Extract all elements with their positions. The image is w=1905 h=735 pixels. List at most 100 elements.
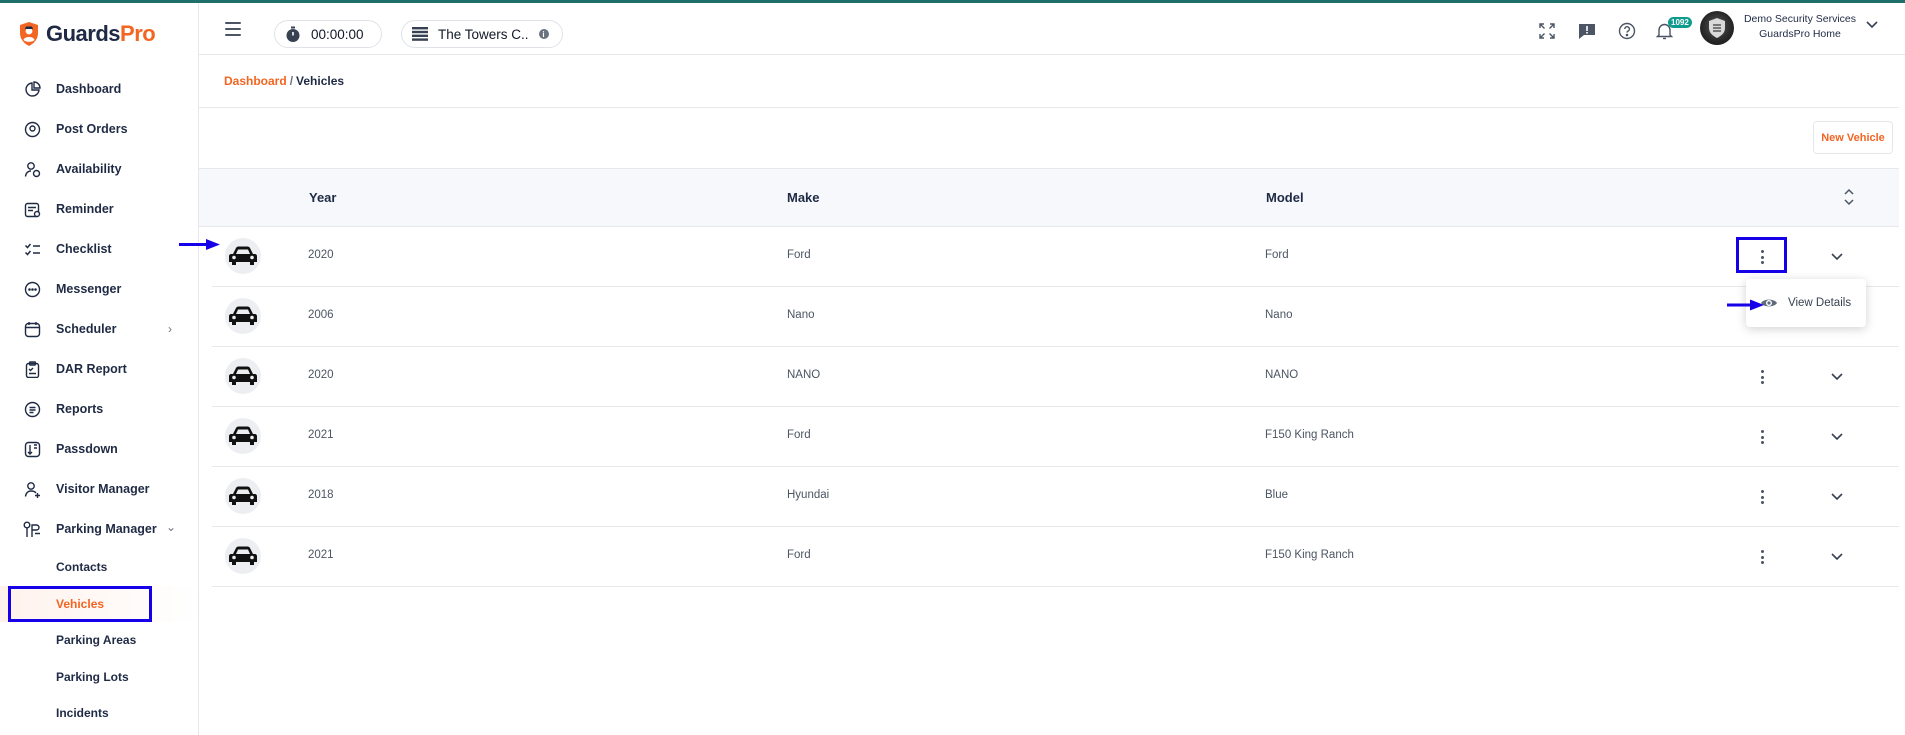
expand-row-chevron-icon[interactable] bbox=[1830, 545, 1844, 567]
user-avatar[interactable] bbox=[1700, 11, 1734, 45]
car-icon bbox=[225, 538, 261, 574]
menu-pointer-arrow-icon bbox=[1727, 299, 1764, 311]
row-actions-kebab[interactable] bbox=[1752, 546, 1772, 568]
brand-accent: Pro bbox=[120, 21, 156, 46]
top-bar: 00:00:00 The Towers C.. i 1092 Demo Secu… bbox=[199, 3, 1905, 55]
sidebar-item-messenger[interactable]: Messenger bbox=[0, 269, 198, 309]
table-row[interactable]: 2020 NANO NANO bbox=[212, 347, 1899, 407]
sidebar-sub-incidents[interactable]: Incidents bbox=[0, 695, 198, 732]
chevron-right-icon: › bbox=[168, 322, 172, 336]
cell-make: Ford bbox=[787, 249, 811, 261]
chevron-down-icon[interactable] bbox=[1865, 20, 1879, 30]
sidebar-item-dashboard[interactable]: Dashboard bbox=[0, 69, 198, 109]
cell-model: NANO bbox=[1265, 369, 1299, 381]
feedback-icon[interactable] bbox=[1577, 21, 1597, 41]
table-header: Year Make Model bbox=[199, 168, 1899, 227]
calendar-reminder-icon bbox=[22, 199, 42, 219]
cell-year: 2006 bbox=[308, 309, 334, 321]
site-name: The Towers C.. bbox=[438, 26, 529, 42]
table-row[interactable]: 2021 Ford F150 King Ranch bbox=[212, 407, 1899, 467]
notification-bell-icon[interactable]: 1092 bbox=[1654, 17, 1692, 41]
sidebar-item-reminder[interactable]: Reminder bbox=[0, 189, 198, 229]
cell-model: F150 King Ranch bbox=[1265, 429, 1354, 441]
table-row[interactable]: 2021 Ford F150 King Ranch bbox=[212, 527, 1899, 587]
cell-make: Hyundai bbox=[787, 489, 830, 501]
site-selector[interactable]: The Towers C.. i bbox=[401, 20, 563, 48]
checklist-icon bbox=[22, 239, 42, 259]
expand-row-chevron-icon[interactable] bbox=[1830, 425, 1844, 447]
sidebar-sub-parking-lots[interactable]: Parking Lots bbox=[0, 659, 198, 696]
sidebar-sub-parking-areas[interactable]: Parking Areas bbox=[0, 622, 198, 659]
sidebar-item-label: Visitor Manager bbox=[56, 482, 150, 496]
sidebar-item-label: Reports bbox=[56, 402, 104, 416]
cell-year: 2021 bbox=[308, 549, 334, 561]
row-actions-kebab[interactable] bbox=[1752, 426, 1772, 448]
cell-year: 2018 bbox=[308, 489, 334, 501]
new-vehicle-button[interactable]: New Vehicle bbox=[1813, 121, 1893, 154]
cell-make: NANO bbox=[787, 369, 821, 381]
parking-icon bbox=[22, 519, 42, 539]
table-row[interactable]: 2006 Nano Nano bbox=[212, 287, 1899, 347]
table-row[interactable]: 2018 Hyundai Blue bbox=[212, 467, 1899, 527]
vehicles-highlight-box bbox=[8, 586, 152, 622]
sidebar-item-visitor-manager[interactable]: Visitor Manager bbox=[0, 469, 198, 509]
breadcrumb-separator: / bbox=[289, 74, 294, 88]
brand-main: Guards bbox=[46, 21, 121, 46]
breadcrumb-dashboard-link[interactable]: Dashboard bbox=[224, 74, 287, 88]
row-actions-kebab[interactable] bbox=[1752, 366, 1772, 388]
sidebar-sub-contacts[interactable]: Contacts bbox=[0, 549, 198, 586]
guardspro-logo[interactable]: GuardsPro bbox=[18, 21, 156, 47]
location-pin-icon bbox=[22, 119, 42, 139]
breadcrumb: Dashboard / Vehicles bbox=[224, 74, 344, 88]
sidebar-item-post-orders[interactable]: Post Orders bbox=[0, 109, 198, 149]
expand-row-chevron-icon[interactable] bbox=[1830, 245, 1844, 267]
expand-row-chevron-icon[interactable] bbox=[1830, 365, 1844, 387]
visitor-icon bbox=[22, 479, 42, 499]
sidebar-item-label: Scheduler bbox=[56, 322, 117, 336]
sidebar-item-scheduler[interactable]: Scheduler › bbox=[0, 309, 198, 349]
user-clock-icon bbox=[22, 159, 42, 179]
column-header-make[interactable]: Make bbox=[787, 190, 820, 205]
sidebar-item-checklist[interactable]: Checklist bbox=[0, 229, 198, 269]
shift-timer[interactable]: 00:00:00 bbox=[274, 20, 382, 48]
sidebar-item-label: Passdown bbox=[56, 442, 118, 456]
hamburger-menu-icon[interactable] bbox=[225, 22, 241, 40]
column-header-model[interactable]: Model bbox=[1266, 190, 1304, 205]
row-actions-kebab[interactable] bbox=[1752, 486, 1772, 508]
column-header-year[interactable]: Year bbox=[309, 190, 336, 205]
fullscreen-icon[interactable] bbox=[1537, 21, 1557, 41]
car-icon bbox=[225, 358, 261, 394]
chat-bubble-icon bbox=[22, 279, 42, 299]
company-logo-icon bbox=[1709, 18, 1725, 38]
sidebar-item-parking-manager[interactable]: Parking Manager ⌄ bbox=[0, 509, 198, 549]
car-icon bbox=[225, 298, 261, 334]
help-icon[interactable] bbox=[1617, 21, 1637, 41]
sidebar-item-label: Parking Manager bbox=[56, 522, 157, 536]
chevron-down-icon: ⌄ bbox=[165, 520, 176, 534]
table-row[interactable]: 2020 Ford Ford bbox=[212, 227, 1899, 287]
timer-value: 00:00:00 bbox=[311, 26, 364, 42]
cell-make: Nano bbox=[787, 309, 815, 321]
sidebar-item-dar-report[interactable]: DAR Report bbox=[0, 349, 198, 389]
calendar-icon bbox=[22, 319, 42, 339]
header-divider bbox=[199, 107, 1899, 108]
sidebar-item-passdown[interactable]: Passdown bbox=[0, 429, 198, 469]
user-info[interactable]: Demo Security Services GuardsPro Home bbox=[1735, 12, 1865, 42]
cell-make: Ford bbox=[787, 429, 811, 441]
stopwatch-icon bbox=[286, 26, 300, 42]
user-site: GuardsPro Home bbox=[1759, 28, 1841, 40]
expand-row-chevron-icon[interactable] bbox=[1830, 485, 1844, 507]
sidebar-item-label: Availability bbox=[56, 162, 122, 176]
view-details-label: View Details bbox=[1788, 297, 1852, 309]
cell-year: 2020 bbox=[308, 369, 334, 381]
info-icon[interactable]: i bbox=[538, 29, 549, 39]
sort-toggle-icon[interactable] bbox=[1843, 187, 1855, 207]
brand-name: GuardsPro bbox=[46, 21, 156, 47]
sidebar-item-reports[interactable]: Reports bbox=[0, 389, 198, 429]
user-company: Demo Security Services bbox=[1743, 13, 1857, 25]
document-icon bbox=[22, 399, 42, 419]
sidebar: GuardsPro Dashboard Post Orders Availabi… bbox=[0, 3, 199, 735]
kebab-highlight-box bbox=[1736, 237, 1787, 273]
sidebar-item-label: Messenger bbox=[56, 282, 122, 296]
sidebar-item-availability[interactable]: Availability bbox=[0, 149, 198, 189]
